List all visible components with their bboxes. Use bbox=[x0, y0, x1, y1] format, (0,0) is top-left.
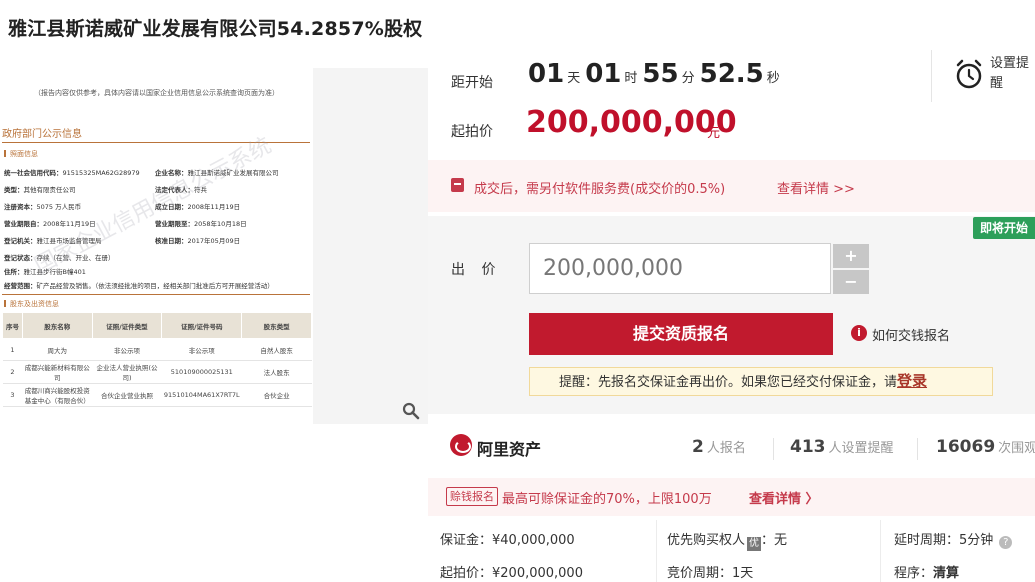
promo-text: 最高可赊保证金的70%，上限100万 bbox=[502, 492, 712, 507]
table-cell: 成都川商兴能股权投资基金中心（有限合伙） bbox=[22, 383, 93, 407]
table-header: 证照/证件号码 bbox=[161, 312, 243, 339]
doc-field: 经营范围：矿产品经营及销售。（依法须经批准的项目，经相关部门批准后方可开展经营活… bbox=[4, 282, 274, 290]
table-cell: 非公示项 bbox=[92, 338, 162, 361]
alarm-clock-icon[interactable] bbox=[952, 57, 986, 91]
doc-field: 统一社会信用代码：91515325MA62G28979 bbox=[4, 169, 140, 177]
shareholder-table: 序号 股东名称 证照/证件类型 证照/证件号码 股东类型 1 周大为 非公示项 … bbox=[2, 312, 312, 407]
stat-registered: 2 人报名 bbox=[692, 437, 746, 457]
fee-details-link[interactable]: 查看详情 >> bbox=[777, 178, 855, 197]
license-section-title: 照面信息 bbox=[4, 149, 38, 159]
priority-badge-icon: 优 bbox=[747, 537, 762, 551]
table-cell: 合伙企业 bbox=[241, 383, 312, 407]
countdown-label: 距开始 bbox=[451, 75, 493, 91]
countdown-seconds: 52.5 bbox=[699, 59, 764, 89]
document-section-title: 政府部门公示信息 bbox=[2, 129, 82, 140]
start-price-info: 起拍价：¥200,000,000 bbox=[440, 566, 583, 581]
table-cell: 非公示项 bbox=[161, 338, 242, 361]
status-badge: 即将开始 bbox=[973, 217, 1035, 239]
help-icon[interactable]: ? bbox=[999, 536, 1013, 549]
ali-assets-logo-icon bbox=[450, 434, 472, 456]
table-cell: 成都兴能新材料有限公司 bbox=[22, 360, 93, 384]
preview-background bbox=[313, 68, 428, 424]
zoom-icon[interactable] bbox=[402, 402, 420, 424]
start-price-unit: 元 bbox=[707, 126, 721, 141]
table-cell: 周大为 bbox=[22, 338, 93, 361]
countdown-unit: 时 bbox=[624, 71, 638, 86]
promo-tag: 赊钱报名 bbox=[446, 487, 498, 506]
login-tip: 提醒：先报名交保证金再出价。如果您已经交付保证金，请登录 bbox=[529, 367, 993, 396]
table-cell: 自然人股东 bbox=[241, 338, 312, 361]
doc-field: 核准日期：2017年05月09日 bbox=[155, 237, 241, 245]
bid-label: 出 价 bbox=[451, 262, 502, 278]
shareholder-section-title: 股东及出资信息 bbox=[4, 299, 59, 309]
info-icon: i bbox=[851, 325, 867, 341]
table-header-row: 序号 股东名称 证照/证件类型 证照/证件号码 股东类型 bbox=[2, 312, 312, 339]
table-header: 股东名称 bbox=[21, 312, 93, 339]
divider bbox=[880, 520, 881, 582]
doc-field: 营业期限至：2058年10月18日 bbox=[155, 220, 247, 228]
login-tip-text: 提醒：先报名交保证金再出价。如果您已经交付保证金，请 bbox=[559, 375, 898, 390]
countdown-minutes: 55 bbox=[642, 59, 679, 89]
countdown-unit: 秒 bbox=[766, 71, 780, 86]
delay-period-info: 延时周期：5分钟? bbox=[894, 529, 1013, 549]
submit-registration-button[interactable]: 提交资质报名 bbox=[529, 313, 833, 355]
divider bbox=[2, 294, 310, 295]
countdown-hours: 01 bbox=[585, 59, 622, 89]
set-reminder-button[interactable]: 设置提醒 bbox=[990, 54, 1030, 94]
table-cell: 2 bbox=[2, 360, 23, 384]
table-cell: 91510104MA61X7RT7L bbox=[161, 383, 242, 407]
divider bbox=[656, 520, 657, 582]
start-price-value: 200,000,000 bbox=[526, 105, 737, 140]
doc-field: 注册资本：5075 万人民币 bbox=[4, 203, 82, 211]
increase-bid-button[interactable]: + bbox=[833, 244, 869, 268]
table-header: 序号 bbox=[2, 312, 23, 339]
countdown-unit: 天 bbox=[567, 71, 581, 86]
table-header: 证照/证件类型 bbox=[91, 312, 163, 339]
table-row: 1 周大为 非公示项 非公示项 自然人股东 bbox=[2, 338, 312, 361]
promo-details-link[interactable]: 查看详情 〉 bbox=[749, 488, 819, 507]
table-cell: 510109000025131 bbox=[161, 360, 242, 384]
countdown-unit: 分 bbox=[681, 71, 695, 86]
document-preview[interactable]: （报告内容仅供参考，具体内容请以国家企业信用信息公示系统查询页面为准） 政府部门… bbox=[0, 68, 313, 424]
page-title: 雅江县斯诺威矿业发展有限公司54.2857%股权 bbox=[8, 18, 423, 40]
table-cell: 3 bbox=[2, 383, 23, 407]
start-price-label: 起拍价 bbox=[451, 124, 493, 140]
document-note: （报告内容仅供参考，具体内容请以国家企业信用信息公示系统查询页面为准） bbox=[34, 89, 279, 97]
table-row: 2 成都兴能新材料有限公司 企业法人营业执照(公司) 5101090000251… bbox=[2, 360, 312, 384]
login-link[interactable]: 登录 bbox=[897, 372, 927, 390]
table-cell: 企业法人营业执照(公司) bbox=[92, 360, 162, 384]
bid-cycle-info: 竞价周期：1天 bbox=[667, 566, 754, 581]
how-to-pay-link[interactable]: 如何交钱报名 bbox=[872, 325, 950, 344]
table-cell: 合伙企业营业执照 bbox=[92, 383, 162, 407]
bid-amount-input[interactable] bbox=[529, 243, 831, 294]
table-header: 股东类型 bbox=[241, 312, 312, 339]
doc-field: 类型：其他有限责任公司 bbox=[4, 186, 76, 194]
fee-icon bbox=[451, 178, 464, 192]
divider bbox=[917, 438, 918, 460]
decrease-bid-button[interactable]: − bbox=[833, 270, 869, 294]
table-cell: 法人股东 bbox=[241, 360, 312, 384]
stat-views: 16069 次围观 bbox=[936, 437, 1035, 457]
divider bbox=[773, 438, 774, 460]
countdown-days: 01 bbox=[528, 59, 565, 89]
countdown-timer: 01 天 01 时 55 分 52.5 秒 bbox=[528, 59, 785, 89]
fee-notice-text: 成交后，需另付软件服务费(成交价的0.5%) bbox=[474, 182, 726, 197]
platform-name: 阿里资产 bbox=[477, 440, 542, 459]
table-row: 3 成都川商兴能股权投资基金中心（有限合伙） 合伙企业营业执照 91510104… bbox=[2, 383, 312, 407]
deposit-info: 保证金：¥40,000,000 bbox=[440, 533, 575, 548]
procedure-info: 程序：清算 bbox=[894, 566, 960, 581]
divider bbox=[931, 50, 932, 102]
table-cell: 1 bbox=[2, 338, 23, 361]
priority-buyer-info: 优先购买权人优：无 bbox=[667, 533, 788, 551]
stat-reminders: 413 人设置提醒 bbox=[790, 437, 894, 457]
